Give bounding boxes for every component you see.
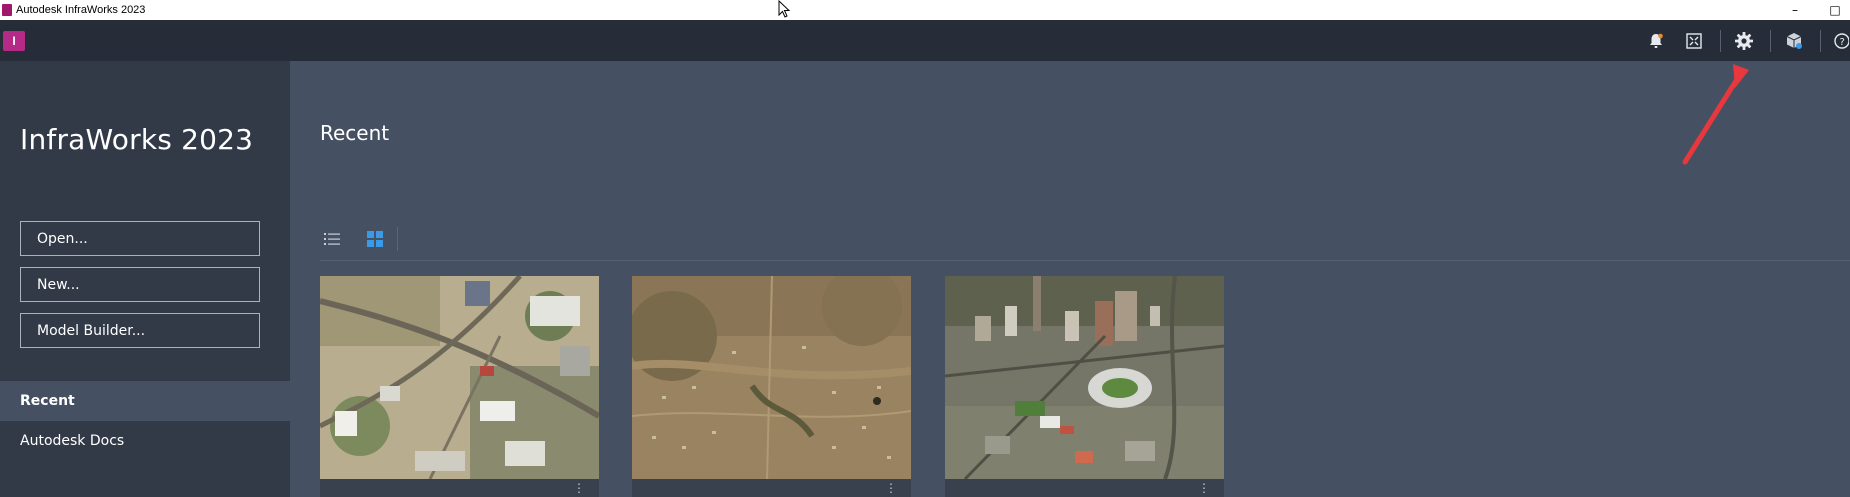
section-title: Recent xyxy=(320,121,390,145)
toolbar-separator xyxy=(1770,30,1771,52)
model-thumbnail[interactable] xyxy=(320,276,599,479)
card-more-options-icon[interactable]: ⋮ xyxy=(885,481,897,495)
minimize-button[interactable]: – xyxy=(1780,0,1810,20)
view-toggle-separator xyxy=(397,227,398,251)
recent-model-card[interactable]: ⋮ xyxy=(320,276,599,497)
model-builder-button[interactable]: Model Builder... xyxy=(20,313,260,348)
toolbar-separator xyxy=(1820,30,1821,52)
toolbar-separator xyxy=(1720,30,1721,52)
left-panel: InfraWorks 2023 Open... New... Model Bui… xyxy=(0,61,290,497)
infraworks-logo: I xyxy=(3,31,25,51)
app-toolbar: I ? xyxy=(0,20,1850,61)
logo-letter: I xyxy=(12,34,16,48)
autodesk-cube-icon[interactable] xyxy=(1783,30,1805,52)
model-thumbnail[interactable] xyxy=(945,276,1224,479)
card-more-options-icon[interactable]: ⋮ xyxy=(573,481,585,495)
window-title-bar: Autodesk InfraWorks 2023 – □ xyxy=(0,0,1850,20)
list-view-icon[interactable] xyxy=(320,227,344,251)
grid-view-icon[interactable] xyxy=(363,227,387,251)
svg-text:?: ? xyxy=(1840,37,1845,48)
main-content: Recent ⋮ ⋮ ⋮ xyxy=(290,61,1850,497)
nav-item-autodesk-docs[interactable]: Autodesk Docs xyxy=(0,421,290,461)
card-more-options-icon[interactable]: ⋮ xyxy=(1198,481,1210,495)
nav-item-recent[interactable]: Recent xyxy=(0,381,290,421)
app-icon xyxy=(2,4,12,16)
annotation-arrow-icon xyxy=(1682,64,1749,165)
product-title: InfraWorks 2023 xyxy=(20,123,254,156)
recent-model-card[interactable]: ⋮ xyxy=(945,276,1224,497)
mouse-cursor-icon xyxy=(778,0,791,18)
restore-button[interactable]: □ xyxy=(1820,0,1850,20)
model-thumbnail[interactable] xyxy=(632,276,911,479)
help-icon[interactable]: ? xyxy=(1830,30,1850,52)
open-button[interactable]: Open... xyxy=(20,221,260,256)
window-title: Autodesk InfraWorks 2023 xyxy=(16,4,146,16)
new-button[interactable]: New... xyxy=(20,267,260,302)
notification-bell-icon[interactable] xyxy=(1645,30,1667,52)
recent-model-card[interactable]: ⋮ xyxy=(632,276,911,497)
fit-screen-icon[interactable] xyxy=(1683,30,1705,52)
section-divider xyxy=(320,260,1850,261)
settings-gear-icon[interactable] xyxy=(1733,30,1755,52)
